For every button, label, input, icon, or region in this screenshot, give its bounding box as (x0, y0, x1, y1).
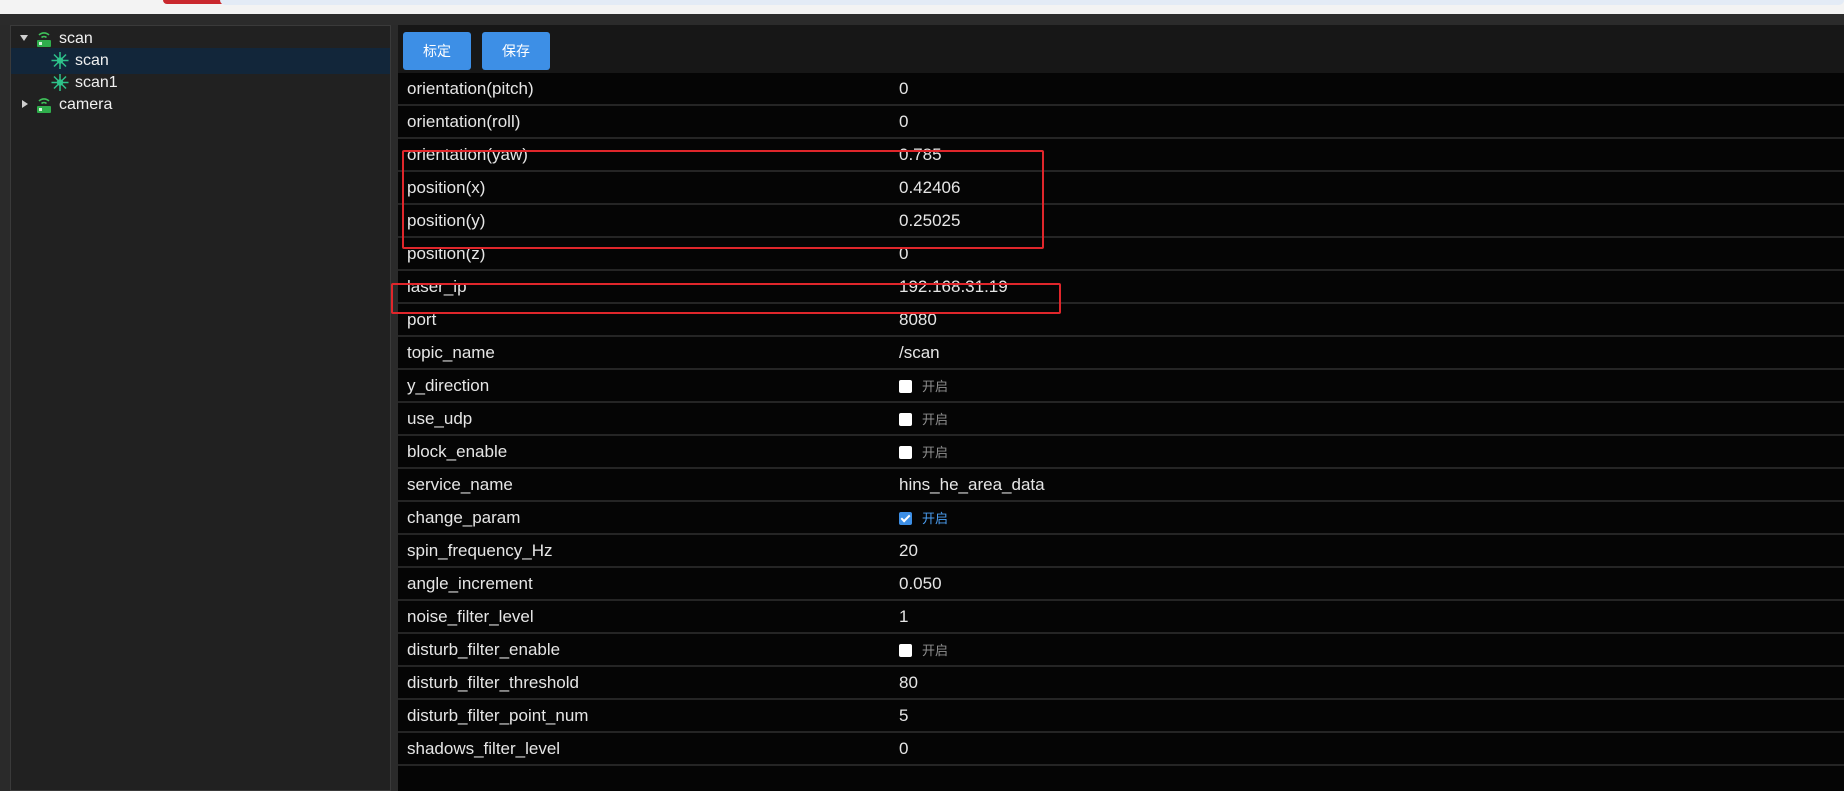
param-value[interactable]: 0 (899, 112, 908, 132)
param-value[interactable]: 20 (899, 541, 918, 561)
browser-address-field[interactable] (220, 0, 1844, 5)
param-value[interactable]: 192.168.31.19 (899, 277, 1008, 297)
param-key: orientation(pitch) (407, 79, 534, 98)
param-key: topic_name (407, 343, 495, 362)
tree-node-label: scan1 (75, 74, 118, 91)
param-key: disturb_filter_threshold (407, 673, 579, 692)
checkbox-label[interactable]: 开启 (922, 640, 948, 659)
param-row-disturb-filter-point-num: disturb_filter_point_num 5 (398, 700, 1844, 733)
calibrate-button[interactable]: 标定 (403, 32, 471, 70)
param-row-angle-increment: angle_increment 0.050 (398, 568, 1844, 601)
toolbar: 标定 保存 (398, 25, 1844, 73)
param-key: angle_increment (407, 574, 533, 593)
param-row-shadows-filter-level: shadows_filter_level 0 (398, 733, 1844, 766)
param-key: disturb_filter_point_num (407, 706, 589, 725)
checkbox-label[interactable]: 开启 (922, 442, 948, 461)
param-key: position(z) (407, 244, 486, 263)
checkbox-label[interactable]: 开启 (922, 508, 948, 527)
param-row-spin-frequency: spin_frequency_Hz 20 (398, 535, 1844, 568)
checkbox-label[interactable]: 开启 (922, 409, 948, 428)
param-key: use_udp (407, 409, 473, 428)
param-row-change-param: change_param 开启 (398, 502, 1844, 535)
param-row-orientation-roll: orientation(roll) 0 (398, 106, 1844, 139)
laser-scan-icon (51, 52, 69, 69)
device-tree: scan scan scan1 camera (10, 25, 391, 791)
param-row-orientation-pitch: orientation(pitch) 0 (398, 73, 1844, 106)
param-value[interactable]: hins_he_area_data (899, 475, 1045, 495)
param-row-orientation-yaw: orientation(yaw) 0.785 (398, 139, 1844, 172)
param-key: block_enable (407, 442, 508, 461)
tree-node-label: camera (59, 96, 113, 113)
param-value[interactable]: /scan (899, 343, 940, 363)
param-value[interactable]: 0.42406 (899, 178, 960, 198)
chevron-right-icon[interactable] (22, 100, 28, 108)
param-row-service-name: service_name hins_he_area_data (398, 469, 1844, 502)
param-row-position-y: position(y) 0.25025 (398, 205, 1844, 238)
param-row-laser-ip: laser_ip 192.168.31.19 (398, 271, 1844, 304)
param-value[interactable]: 80 (899, 673, 918, 693)
param-row-disturb-filter-threshold: disturb_filter_threshold 80 (398, 667, 1844, 700)
param-value[interactable]: 0.050 (899, 574, 942, 594)
tree-node-label: scan (59, 30, 93, 47)
top-divider-strip (0, 14, 1844, 25)
param-row-use-udp: use_udp 开启 (398, 403, 1844, 436)
tree-node-camera-group[interactable]: camera (11, 92, 390, 118)
checkbox[interactable] (899, 413, 912, 426)
param-value[interactable]: 0 (899, 79, 908, 99)
router-icon (37, 98, 51, 113)
param-row-topic-name: topic_name /scan (398, 337, 1844, 370)
param-row-disturb-filter-enable: disturb_filter_enable 开启 (398, 634, 1844, 667)
param-panel: 标定 保存 orientation(pitch) 0 orientation(r… (398, 25, 1844, 791)
param-key: position(y) (407, 211, 486, 230)
param-value[interactable]: 8080 (899, 310, 937, 330)
checkbox[interactable] (899, 446, 912, 459)
checkbox-checked[interactable] (899, 512, 912, 525)
param-row-y-direction: y_direction 开启 (398, 370, 1844, 403)
checkbox[interactable] (899, 380, 912, 393)
browser-top-bar (0, 0, 1844, 14)
param-row-noise-filter-level: noise_filter_level 1 (398, 601, 1844, 634)
param-key: position(x) (407, 178, 486, 197)
browser-red-button[interactable] (163, 0, 227, 4)
param-value[interactable]: 5 (899, 706, 908, 726)
param-row-position-z: position(z) 0 (398, 238, 1844, 271)
param-table: orientation(pitch) 0 orientation(roll) 0… (398, 73, 1844, 766)
param-value[interactable]: 0.25025 (899, 211, 960, 231)
param-key: laser_ip (407, 277, 467, 296)
checkbox[interactable] (899, 644, 912, 657)
param-value[interactable]: 0.785 (899, 145, 942, 165)
param-key: service_name (407, 475, 513, 494)
param-key: y_direction (407, 376, 490, 395)
save-button[interactable]: 保存 (482, 32, 550, 70)
param-key: port (407, 310, 437, 329)
param-value[interactable]: 0 (899, 739, 908, 759)
param-key: orientation(yaw) (407, 145, 528, 164)
param-row-position-x: position(x) 0.42406 (398, 172, 1844, 205)
checkbox-label[interactable]: 开启 (922, 376, 948, 395)
param-value[interactable]: 1 (899, 607, 908, 627)
router-icon (37, 32, 51, 47)
param-value[interactable]: 0 (899, 244, 908, 264)
param-key: change_param (407, 508, 521, 527)
laser-scan-icon (51, 74, 69, 91)
chevron-down-icon[interactable] (20, 35, 28, 41)
param-row-block-enable: block_enable 开启 (398, 436, 1844, 469)
param-key: shadows_filter_level (407, 739, 561, 758)
param-key: noise_filter_level (407, 607, 534, 626)
param-row-port: port 8080 (398, 304, 1844, 337)
param-key: spin_frequency_Hz (407, 541, 553, 560)
param-key: orientation(roll) (407, 112, 521, 131)
tree-node-label: scan (75, 52, 109, 69)
param-key: disturb_filter_enable (407, 640, 561, 659)
